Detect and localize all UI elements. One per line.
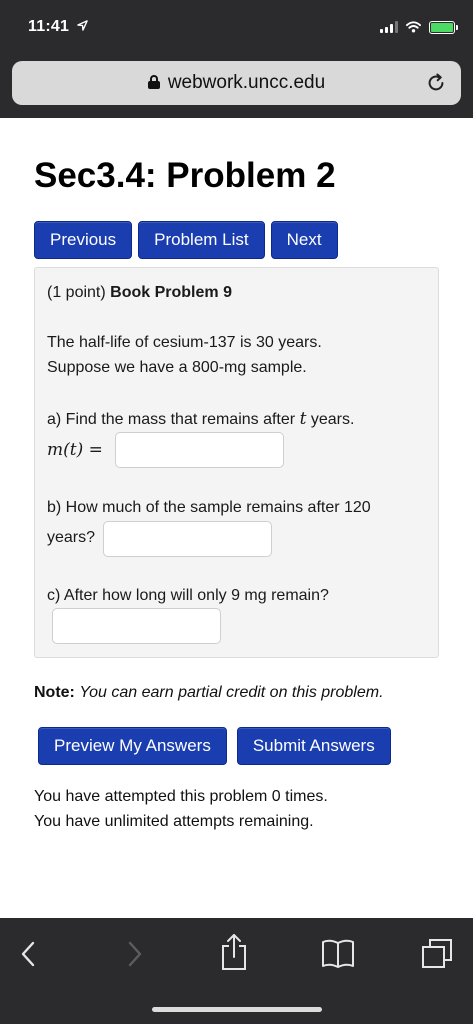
statement-line-2: Suppose we have a 800-mg sample. (47, 359, 307, 376)
part-a-question: a) Find the mass that remains after t ye… (47, 409, 355, 429)
wifi-icon (406, 21, 421, 33)
part-a-answer-input[interactable] (115, 432, 284, 468)
reload-icon[interactable] (425, 72, 447, 94)
address-bar[interactable]: webwork.uncc.edu (12, 61, 461, 105)
url-text: webwork.uncc.edu (167, 72, 326, 93)
forward-chevron-icon[interactable] (122, 936, 146, 972)
next-button[interactable]: Next (270, 221, 338, 259)
home-indicator (152, 1007, 322, 1012)
answer-actions: Preview My Answers Submit Answers (38, 727, 391, 765)
part-b-answer-input[interactable] (103, 521, 272, 557)
browser-chrome-top: 11:41 webwork.uncc.edu (0, 0, 473, 118)
attempts-line-2: You have unlimited attempts remaining. (34, 813, 314, 830)
location-arrow-icon (76, 20, 88, 31)
battery-charging-icon (429, 20, 458, 34)
part-c-question: c) After how long will only 9 mg remain? (47, 587, 329, 604)
attempts-info: You have attempted this problem 0 times.… (34, 784, 328, 834)
back-chevron-icon[interactable] (17, 936, 41, 972)
problem-points: (1 point) (47, 284, 106, 301)
bookmarks-book-icon[interactable] (320, 938, 356, 970)
page-title: Sec3.4: Problem 2 (34, 156, 336, 195)
preview-answers-button[interactable]: Preview My Answers (38, 727, 227, 765)
status-indicators (380, 19, 458, 35)
browser-toolbar (0, 918, 473, 1024)
share-icon[interactable] (219, 932, 249, 972)
note-text: You can earn partial credit on this prob… (79, 684, 384, 701)
problem-navigation: Previous Problem List Next (34, 221, 338, 259)
attempts-line-1: You have attempted this problem 0 times. (34, 788, 328, 805)
submit-answers-button[interactable]: Submit Answers (236, 727, 391, 765)
part-c-answer-input[interactable] (52, 608, 221, 644)
part-a-lhs: m(t) = (47, 440, 103, 460)
cellular-signal-icon (380, 21, 398, 33)
partial-credit-note: Note: You can earn partial credit on thi… (34, 684, 384, 702)
problem-book-ref: Book Problem 9 (110, 284, 232, 301)
previous-button[interactable]: Previous (34, 221, 133, 259)
problem-header: (1 point) Book Problem 9 (47, 281, 232, 305)
status-time: 11:41 (28, 18, 88, 36)
statement-line-1: The half-life of cesium-137 is 30 years. (47, 334, 322, 351)
note-label: Note: (34, 684, 75, 701)
problem-list-button[interactable]: Problem List (138, 221, 265, 259)
part-b-question-line-1: b) How much of the sample remains after … (47, 499, 371, 516)
problem-panel: (1 point) Book Problem 9 The half-life o… (34, 267, 439, 658)
part-b-question-line-2: years? (47, 529, 96, 546)
tabs-icon[interactable] (420, 938, 454, 970)
lock-icon (147, 75, 160, 89)
